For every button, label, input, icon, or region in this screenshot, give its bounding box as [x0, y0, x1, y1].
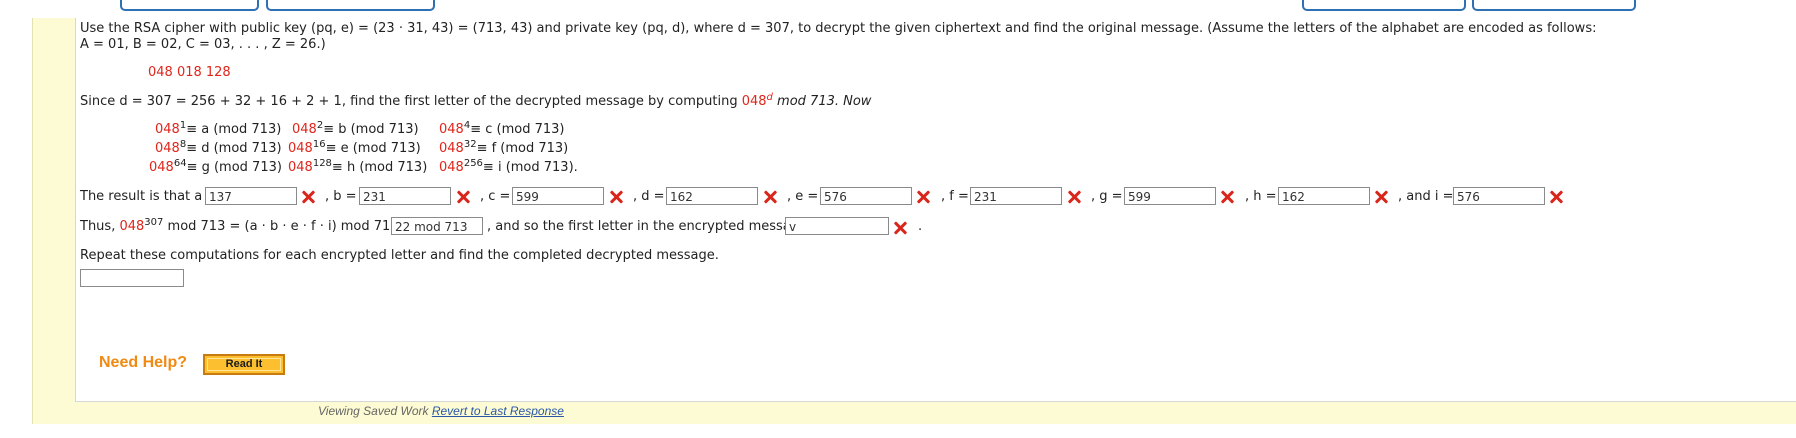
f-label: , f =	[941, 189, 969, 204]
ciphertext: 048 018 128	[148, 65, 231, 80]
need-help-label: Need Help?	[99, 354, 188, 371]
top-strip	[0, 0, 1796, 18]
question-body	[75, 18, 1796, 402]
result-label: The result is that a =	[80, 189, 218, 204]
incorrect-icon	[893, 221, 907, 235]
congruence: 04816≡ e (mod 713)	[288, 139, 421, 157]
congruence: 048256≡ i (mod 713).	[439, 158, 578, 176]
problem-intro: Use the RSA cipher with public key (pq, …	[80, 21, 1597, 36]
since-exp: d	[766, 92, 773, 103]
congruence: 0484≡ c (mod 713)	[439, 120, 565, 138]
h-input[interactable]: 162	[1278, 187, 1370, 205]
d-label: , d =	[633, 189, 665, 204]
e-label: , e =	[787, 189, 819, 204]
repeat-instructions: Repeat these computations for each encry…	[80, 248, 719, 263]
i-input[interactable]: 576	[1453, 187, 1545, 205]
congruence: 04864≡ g (mod 713)	[149, 158, 282, 176]
d-input[interactable]: 162	[666, 187, 758, 205]
incorrect-icon	[1374, 190, 1388, 204]
b-input[interactable]: 231	[359, 187, 451, 205]
h-label: , h =	[1245, 189, 1277, 204]
congruence: 048128≡ h (mod 713)	[288, 158, 428, 176]
e-input[interactable]: 576	[820, 187, 912, 205]
problem-encoding: A = 01, B = 02, C = 03, . . . , Z = 26.)	[80, 37, 326, 52]
congruence: 0481≡ a (mod 713)	[155, 120, 282, 138]
top-button[interactable]	[1302, 0, 1466, 11]
incorrect-icon	[456, 190, 470, 204]
c-label: , c =	[480, 189, 511, 204]
top-button[interactable]	[120, 0, 259, 11]
top-button[interactable]	[1472, 0, 1636, 11]
since-text: Since d = 307 = 256 + 32 + 16 + 2 + 1, f…	[80, 94, 738, 109]
incorrect-icon	[1549, 190, 1563, 204]
thus-period: .	[918, 219, 923, 234]
congruence: 0482≡ b (mod 713)	[292, 120, 419, 138]
viewing-saved-label: Viewing Saved Work	[318, 404, 429, 418]
incorrect-icon	[1067, 190, 1081, 204]
message-input[interactable]	[80, 269, 184, 287]
congruence: 04832≡ f (mod 713)	[439, 139, 569, 157]
top-button[interactable]	[266, 0, 435, 11]
f-input[interactable]: 231	[970, 187, 1062, 205]
g-label: , g =	[1091, 189, 1123, 204]
incorrect-icon	[609, 190, 623, 204]
since-mod: mod 713. Now	[777, 94, 872, 109]
incorrect-icon	[301, 190, 315, 204]
a-input[interactable]: 137	[205, 187, 297, 205]
congruence: 0488≡ d (mod 713)	[155, 139, 282, 157]
b-label: , b =	[325, 189, 357, 204]
first-letter-input[interactable]: v	[785, 217, 889, 235]
product-input[interactable]: 22 mod 713	[391, 217, 483, 235]
incorrect-icon	[916, 190, 930, 204]
since-base: 048	[741, 94, 767, 109]
incorrect-icon	[763, 190, 777, 204]
read-it-button[interactable]: Read It	[203, 354, 285, 375]
incorrect-icon	[1220, 190, 1234, 204]
g-input[interactable]: 599	[1124, 187, 1216, 205]
thus-expression: Thus, 048307 mod 713 = (a · b · e · f · …	[80, 217, 414, 235]
revert-link[interactable]: Revert to Last Response	[432, 404, 564, 418]
i-label: , and i =	[1398, 189, 1454, 204]
saved-work-footer: Viewing Saved Work Revert to Last Respon…	[318, 404, 564, 418]
c-input[interactable]: 599	[512, 187, 604, 205]
since-line: Since d = 307 = 256 + 32 + 16 + 2 + 1, f…	[80, 92, 872, 110]
first-letter-label: , and so the first letter in the encrypt…	[487, 219, 822, 234]
